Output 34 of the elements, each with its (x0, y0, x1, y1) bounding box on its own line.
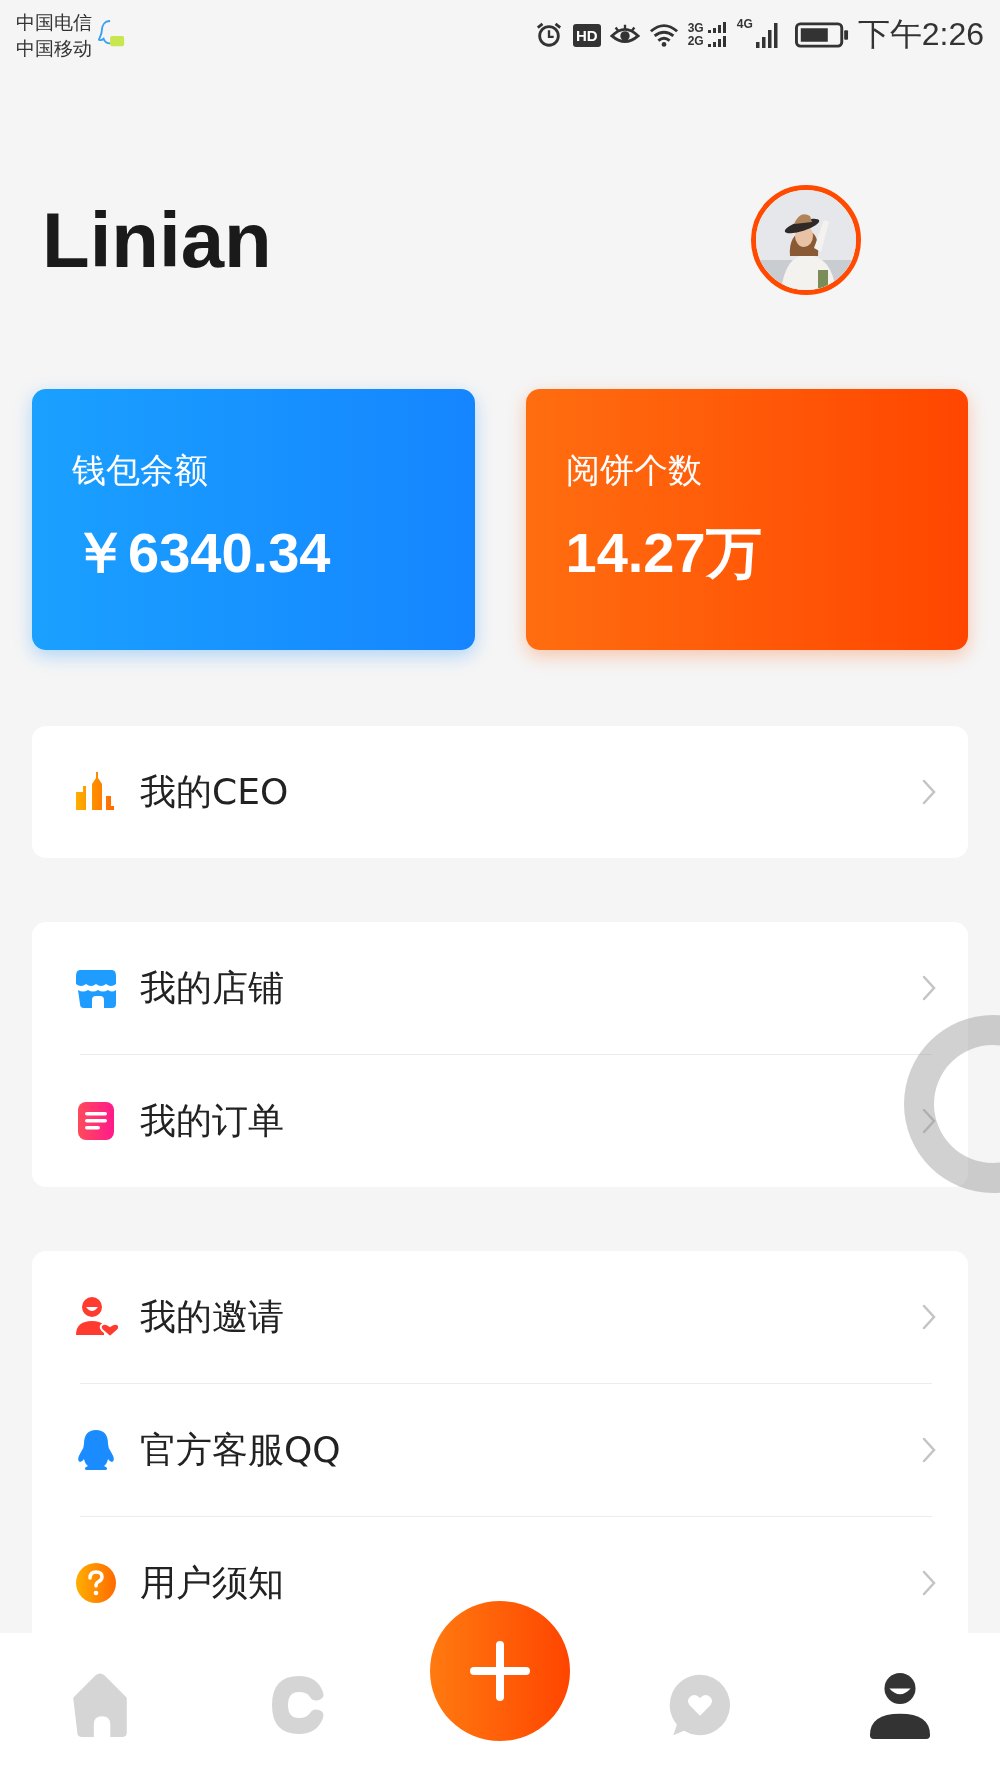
stat-value: ￥6340.34 (72, 519, 332, 586)
clock-time: 下午2:26 (857, 15, 984, 54)
menu-item[interactable]: 用户须知 (140, 1558, 284, 1608)
carrier-name: 中国移动 (16, 36, 92, 61)
wifi-icon (648, 21, 679, 49)
chevron-right-icon (922, 1437, 936, 1463)
network-label: 3G (687, 22, 704, 35)
user-heart-icon (74, 1295, 118, 1339)
carrier-name: 中国电信 (16, 10, 92, 35)
hd-badge: HD (573, 23, 601, 47)
chevron-right-icon (922, 1304, 936, 1330)
menu-item[interactable]: 我的邀请 (140, 1292, 284, 1342)
stat-label: 阅饼个数 (565, 448, 703, 492)
menu-item[interactable]: 官方客服QQ (140, 1425, 341, 1475)
chevron-right-icon (922, 1108, 936, 1134)
chevron-right-icon (922, 975, 936, 1001)
user-name: Linian (42, 194, 272, 286)
person-icon[interactable] (868, 1671, 932, 1739)
chevron-right-icon (922, 1570, 936, 1596)
network-label: 2G (687, 35, 704, 48)
floating-ring-button[interactable] (904, 1015, 1000, 1193)
menu-item[interactable]: 我的订单 (140, 1096, 284, 1146)
signal-icon (707, 22, 728, 48)
battery-icon (794, 22, 849, 48)
menu-item[interactable]: 我的店铺 (140, 963, 284, 1013)
alarm-icon (534, 21, 564, 49)
plus-icon (470, 1641, 530, 1701)
signal-icon (755, 22, 780, 48)
network-label: 4G (736, 17, 753, 31)
stat-value: 14.27万 (565, 519, 763, 586)
help-icon (74, 1561, 118, 1605)
stat-label: 钱包余额 (72, 448, 209, 492)
menu-item[interactable]: 我的CEO (140, 767, 289, 817)
chevron-right-icon (922, 779, 936, 805)
